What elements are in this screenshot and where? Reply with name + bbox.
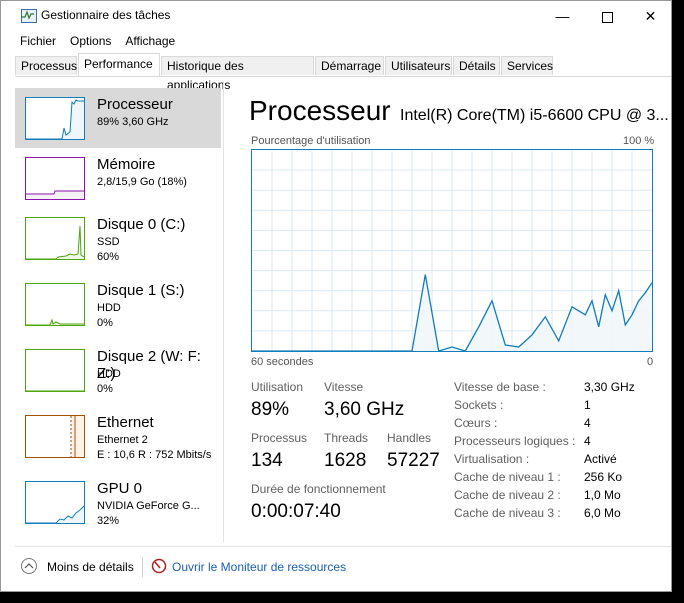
ethernet-thumbnail [25,415,85,458]
threads-label: Threads [324,431,369,445]
detail-value: 4 [584,434,591,448]
graph-x-end: 0 [647,356,654,368]
sidebar-item-memoire[interactable]: Mémoire 2,8/15,9 Go (18%) [15,148,221,208]
tab-utilisateurs[interactable]: Utilisateurs [385,56,452,75]
detail-label: Cache de niveau 3 : [454,506,561,520]
sidebar-item-name: Disque 0 (C:) [97,216,186,233]
sidebar-item-detail: 0% [97,317,113,329]
detail-value: Activé [584,452,617,466]
chevron-up-icon[interactable] [21,558,37,574]
detail-label: Virtualisation : [454,452,530,466]
graph-y-max: 100 % [623,135,655,147]
detail-label: Cœurs : [454,416,498,430]
disk1-thumbnail [25,283,85,326]
tab-demarrage[interactable]: Démarrage [315,56,384,75]
sidebar-item-adapter: Ethernet 2 [97,434,148,446]
vitesse-label: Vitesse [324,380,364,394]
gpu-thumbnail [25,481,85,524]
cpu-thumbnail [25,97,85,140]
sidebar-item-name: Disque 1 (S:) [97,282,185,299]
resource-monitor-link[interactable]: Ouvrir le Moniteur de ressources [172,560,346,574]
menu-bar: Fichier Options Affichage [13,32,182,50]
sidebar-item-name: Ethernet [97,414,154,431]
sidebar-item-detail: E : 10,6 R : 752 Mbits/s [97,449,212,461]
sidebar-item-name: Mémoire [97,156,156,173]
handles-label: Handles [387,431,432,445]
detail-label: Vitesse de base : [454,380,546,394]
window-title: Gestionnaire des tâches [41,8,171,22]
less-details-link[interactable]: Moins de détails [47,560,134,574]
sidebar-item-adapter: NVIDIA GeForce G... [97,500,200,512]
sidebar-item-gpu[interactable]: GPU 0 NVIDIA GeForce G... 32% [15,472,221,532]
detail-value: 3,30 GHz [584,380,635,394]
tab-services[interactable]: Services [501,56,553,75]
handles-value: 57227 [387,450,440,471]
detail-label: Cache de niveau 1 : [454,470,561,484]
memory-thumbnail [25,157,85,200]
task-manager-window: Gestionnaire des tâches — ✕ Fichier Optio… [0,0,672,592]
tab-details[interactable]: Détails [453,56,500,75]
graph-x-label: 60 secondes [251,356,314,368]
detail-label: Processeurs logiques : [454,434,576,448]
menu-options[interactable]: Options [63,32,118,50]
sidebar-item-name: Processeur [97,96,173,113]
cpu-model: Intel(R) Core(TM) i5-6600 CPU @ 3... [400,107,669,124]
minimize-button[interactable]: — [540,1,585,31]
close-button[interactable]: ✕ [628,1,673,31]
utilisation-label: Utilisation [251,380,304,394]
detail-label: Sockets : [454,398,504,412]
sidebar-item-name: GPU 0 [97,480,143,497]
sidebar-item-type: HDD [97,302,121,314]
sidebar-item-disque-0[interactable]: Disque 0 (C:) SSD 60% [15,208,221,268]
sidebar-item-disque-1[interactable]: Disque 1 (S:) HDD 0% [15,274,221,334]
vitesse-value: 3,60 GHz [324,399,405,420]
processus-value: 134 [251,450,283,471]
close-icon: ✕ [644,8,657,24]
sidebar-item-type: SSD [97,236,120,248]
title-bar[interactable]: Gestionnaire des tâches — ✕ [1,1,671,31]
graph-y-label: Pourcentage d'utilisation [251,135,371,147]
uptime-label: Durée de fonctionnement [251,482,386,496]
menu-fichier[interactable]: Fichier [13,32,63,50]
disk2-thumbnail [25,349,85,392]
sidebar-item-detail: 60% [97,251,120,263]
utilisation-value: 89% [251,399,290,420]
disk0-thumbnail [25,217,85,260]
tab-historique[interactable]: Historique des applications [161,56,314,92]
footer-divider [15,546,671,547]
detail-value: 6,0 Mo [584,506,621,520]
detail-value: 1 [584,398,591,412]
footer-separator [142,557,143,577]
detail-value: 1,0 Mo [584,488,621,502]
processus-label: Processus [251,431,308,445]
detail-label: Cache de niveau 2 : [454,488,561,502]
resource-sidebar: Processeur 89% 3,60 GHz Mémoire 2,8/15,9… [15,81,224,542]
task-manager-icon [21,9,37,23]
sidebar-item-processeur[interactable]: Processeur 89% 3,60 GHz [15,88,221,148]
cpu-usage-chart [252,150,653,352]
minimize-icon: — [555,8,570,24]
maximize-button[interactable] [585,1,630,31]
sidebar-item-ethernet[interactable]: Ethernet Ethernet 2 E : 10,6 R : 752 Mbi… [15,406,221,466]
tab-processus[interactable]: Processus [15,56,77,75]
cpu-usage-graph [251,149,653,352]
threads-value: 1628 [324,450,367,471]
page-title: Processeur [249,95,391,126]
sidebar-item-detail: 32% [97,515,120,527]
sidebar-item-disque-2[interactable]: Disque 2 (W: F: Z:) HDD 0% [15,340,221,400]
tab-performance[interactable]: Performance [78,53,160,76]
uptime-value: 0:00:07:40 [251,501,341,522]
maximize-icon [602,11,613,23]
sidebar-item-detail: 0% [97,383,113,395]
detail-value: 4 [584,416,591,430]
tab-bar: Processus Performance Historique des app… [15,53,671,92]
sidebar-item-detail: 2,8/15,9 Go (18%) [97,176,187,188]
detail-value: 256 Ko [584,470,623,484]
resource-monitor-icon[interactable] [151,558,167,574]
menu-affichage[interactable]: Affichage [118,32,182,50]
sidebar-item-detail: 89% 3,60 GHz [97,116,169,128]
sidebar-item-type: HDD [97,368,121,380]
